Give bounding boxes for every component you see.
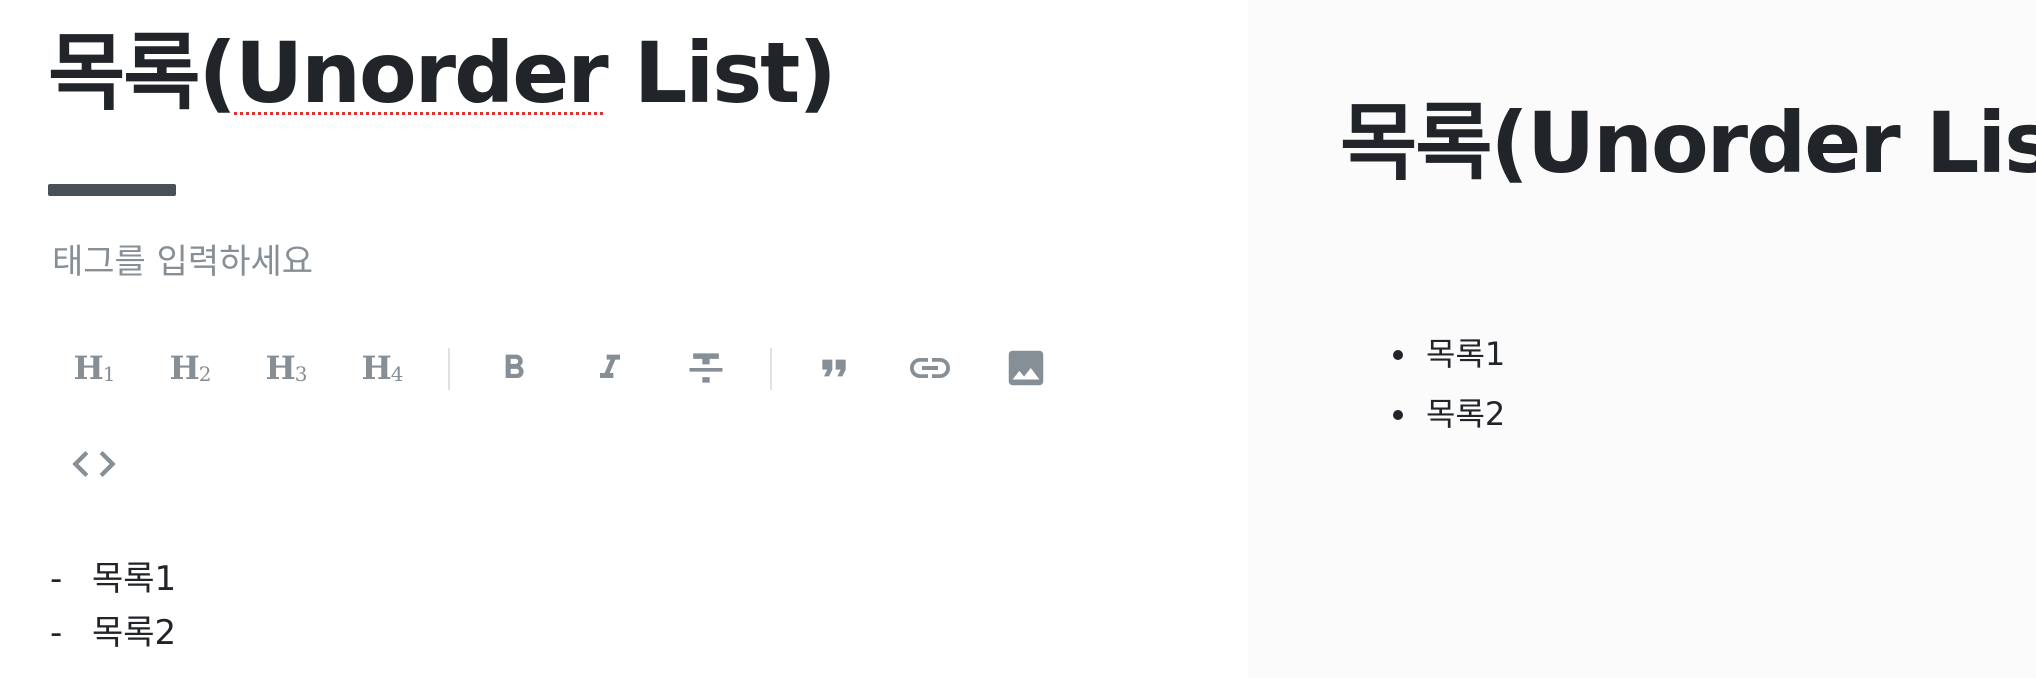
title-text-prefix: 목록( [48, 24, 237, 122]
title-text-suffix: List) [606, 24, 837, 122]
list-marker: - [50, 559, 63, 599]
heading3-button[interactable]: H3 [246, 328, 326, 408]
preview-title: 목록(Unorder List) [1340, 94, 2036, 192]
heading1-icon: H1 [73, 349, 116, 387]
tag-input[interactable]: 태그를 입력하세요 [52, 238, 313, 286]
toolbar-divider [770, 348, 772, 390]
link-button[interactable] [890, 328, 970, 408]
list-item: 목록2 [1420, 384, 1505, 444]
editor-pane: 목록(Unorder List) 태그를 입력하세요 H1 H2 H3 H4 -… [0, 0, 1248, 678]
markdown-line: - 목록1 [50, 552, 176, 606]
link-icon [910, 358, 950, 378]
strikethrough-button[interactable] [666, 328, 746, 408]
bold-button[interactable] [474, 328, 554, 408]
title-misspelled-word: Unorder [234, 24, 609, 122]
list-marker: - [50, 613, 63, 653]
heading3-icon: H3 [265, 349, 308, 387]
heading2-button[interactable]: H2 [150, 328, 230, 408]
preview-list: 목록1 목록2 [1388, 324, 1505, 444]
title-divider [48, 184, 176, 196]
preview-pane: 목록(Unorder List) 목록1 목록2 [1248, 0, 2036, 678]
heading4-button[interactable]: H4 [342, 328, 422, 408]
italic-icon [600, 354, 620, 378]
markdown-content[interactable]: - 목록1 - 목록2 [50, 552, 176, 660]
heading2-icon: H2 [169, 349, 212, 387]
toolbar-divider [448, 348, 450, 390]
title-input[interactable]: 목록(Unorder List) [48, 18, 837, 128]
quote-icon [822, 359, 846, 377]
code-icon [72, 451, 116, 477]
editor-toolbar: H1 H2 H3 H4 [54, 328, 1254, 408]
quote-button[interactable] [794, 328, 874, 408]
bold-icon [505, 354, 524, 378]
heading1-button[interactable]: H1 [54, 328, 134, 408]
list-item-text: 목록2 [92, 613, 177, 653]
heading4-icon: H4 [361, 349, 404, 387]
italic-button[interactable] [570, 328, 650, 408]
image-icon [1008, 350, 1044, 386]
markdown-line: - 목록2 [50, 606, 176, 660]
code-button[interactable] [54, 424, 134, 504]
list-item-text: 목록1 [92, 559, 177, 599]
image-button[interactable] [986, 328, 1066, 408]
strikethrough-icon [689, 353, 723, 383]
list-item: 목록1 [1420, 324, 1505, 384]
